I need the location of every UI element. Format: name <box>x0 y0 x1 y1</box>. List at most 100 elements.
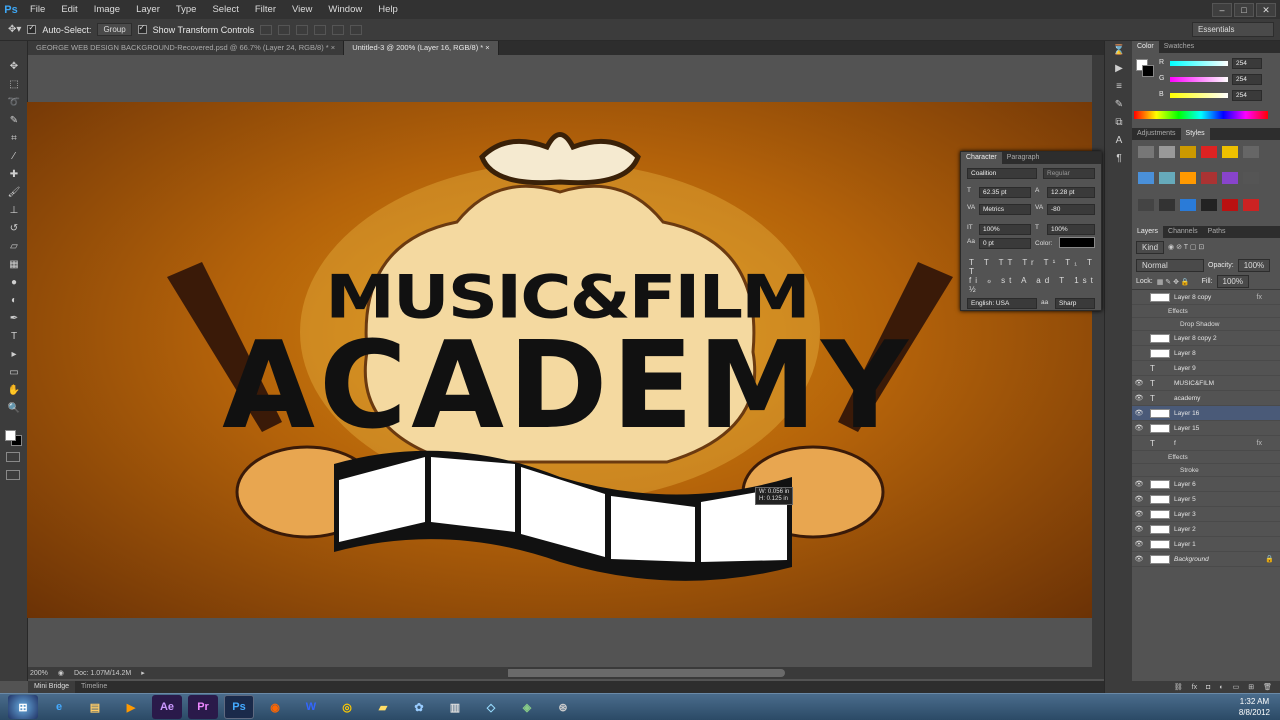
history-panel-icon[interactable]: ⌛ <box>1109 42 1129 59</box>
status-icon[interactable]: ◉ <box>58 669 64 677</box>
status-menu-icon[interactable]: ▸ <box>141 669 145 677</box>
visibility-eye-icon[interactable]: 👁 <box>1132 510 1146 518</box>
explorer-icon[interactable]: ▤ <box>80 695 110 719</box>
layer-row[interactable]: 👁 Background 🔒 <box>1132 552 1280 567</box>
type-tool-icon[interactable]: T <box>4 328 24 345</box>
after-effects-icon[interactable]: Ae <box>152 695 182 719</box>
align-icon[interactable] <box>296 24 309 35</box>
close-icon[interactable]: ✕ <box>1256 2 1276 17</box>
style-swatch[interactable] <box>1180 146 1196 158</box>
font-size-field[interactable]: 62.35 pt <box>979 187 1031 198</box>
leading-field[interactable]: 12.28 pt <box>1047 187 1095 198</box>
kind-filter-dropdown[interactable]: Kind <box>1136 240 1165 254</box>
layer-effect-item[interactable]: Effects <box>1132 305 1280 318</box>
layer-effect-item[interactable]: Drop Shadow <box>1132 318 1280 331</box>
layer-row[interactable]: 👁 Layer 2 <box>1132 522 1280 537</box>
add-mask-icon[interactable]: ◘ <box>1206 684 1210 691</box>
close-tab-icon[interactable]: × <box>485 43 489 52</box>
font-family-dropdown[interactable]: Coalition <box>967 168 1037 179</box>
fill-field[interactable]: 100% <box>1216 275 1249 288</box>
tab-george-web-design[interactable]: GEORGE WEB DESIGN BACKGROUND-Recovered.p… <box>28 41 345 55</box>
paragraph-panel-icon[interactable]: ¶ <box>1109 150 1129 167</box>
tab-timeline[interactable]: Timeline <box>75 681 113 693</box>
eraser-tool-icon[interactable]: ▱ <box>4 238 24 255</box>
distribute-icon[interactable] <box>332 24 345 35</box>
menu-filter[interactable]: Filter <box>247 0 284 19</box>
align-icon[interactable] <box>260 24 273 35</box>
brush-panel-icon[interactable]: ✎ <box>1109 96 1129 113</box>
style-swatch[interactable] <box>1180 198 1196 211</box>
vertical-scrollbar[interactable] <box>1092 55 1104 667</box>
opentype-buttons[interactable]: fi ℴ st A ad T 1st ½ <box>969 276 1101 294</box>
firefox-icon[interactable]: ◉ <box>260 695 290 719</box>
marquee-tool-icon[interactable]: ⬚ <box>4 76 24 93</box>
character-panel-icon[interactable]: A <box>1109 132 1129 149</box>
g-slider[interactable] <box>1170 77 1228 82</box>
hand-tool-icon[interactable]: ✋ <box>4 382 24 399</box>
steam-icon[interactable]: ◈ <box>512 695 542 719</box>
shape-tool-icon[interactable]: ▭ <box>4 364 24 381</box>
b-value[interactable]: 254 <box>1232 90 1262 101</box>
style-swatch[interactable] <box>1201 146 1217 158</box>
actions-panel-icon[interactable]: ▶ <box>1109 60 1129 77</box>
menu-layer[interactable]: Layer <box>128 0 168 19</box>
lasso-tool-icon[interactable]: ➰ <box>4 94 24 111</box>
style-swatch[interactable] <box>1201 172 1217 185</box>
visibility-eye-icon[interactable]: 👁 <box>1132 480 1146 488</box>
distribute-icon[interactable] <box>314 24 327 35</box>
quick-select-tool-icon[interactable]: ✎ <box>4 112 24 129</box>
move-tool-icon[interactable]: ✥▾ <box>8 24 21 35</box>
layer-row[interactable]: T Layer 9 <box>1132 361 1280 376</box>
horizontal-scroll-thumb[interactable] <box>505 669 785 677</box>
menu-help[interactable]: Help <box>370 0 406 19</box>
font-style-dropdown[interactable]: Regular <box>1043 168 1095 179</box>
media-player-icon[interactable]: ▶ <box>116 695 146 719</box>
tab-layers[interactable]: Layers <box>1132 226 1164 238</box>
path-select-icon[interactable]: ▸ <box>4 346 24 363</box>
layer-row[interactable]: Layer 8 copy 2 <box>1132 331 1280 346</box>
style-swatch[interactable] <box>1159 198 1175 211</box>
tool-icon[interactable]: ◇ <box>476 695 506 719</box>
ie-icon[interactable]: e <box>44 695 74 719</box>
visibility-eye-icon[interactable]: 👁 <box>1132 379 1146 387</box>
new-group-icon[interactable]: ▭ <box>1233 683 1240 691</box>
word-icon[interactable]: W <box>296 695 326 719</box>
distribute-icon[interactable] <box>350 24 363 35</box>
tab-mini-bridge[interactable]: Mini Bridge <box>28 681 76 693</box>
eyedropper-tool-icon[interactable]: ⁄ <box>4 148 24 165</box>
artwork[interactable]: MUSIC&FILM ACADEMY W: 0.056 in H: 0.125 … <box>27 102 1093 618</box>
show-transform-checkbox[interactable] <box>137 23 147 34</box>
menu-type[interactable]: Type <box>168 0 205 19</box>
style-swatch[interactable] <box>1243 146 1259 158</box>
filter-icons[interactable]: ◉ ⊘ T ▢ ⊡ <box>1168 243 1204 251</box>
vertical-scale-field[interactable]: 100% <box>979 224 1031 235</box>
premiere-icon[interactable]: Pr <box>188 695 218 719</box>
pen-tool-icon[interactable]: ✒ <box>4 310 24 327</box>
tab-paragraph[interactable]: Paragraph <box>1002 152 1045 164</box>
style-swatch[interactable] <box>1138 146 1154 158</box>
chrome-icon[interactable]: ◎ <box>332 695 362 719</box>
menu-file[interactable]: File <box>22 0 53 19</box>
menu-image[interactable]: Image <box>86 0 128 19</box>
style-swatch[interactable] <box>1243 172 1259 185</box>
language-dropdown[interactable]: English: USA <box>967 298 1037 309</box>
type-style-buttons[interactable]: T T TT Tr T¹ T₁ T T <box>969 258 1101 276</box>
tab-channels[interactable]: Channels <box>1163 226 1203 238</box>
tracking-field[interactable]: -80 <box>1047 204 1095 215</box>
style-swatch[interactable] <box>1222 172 1238 185</box>
close-tab-icon[interactable]: × <box>331 43 335 52</box>
layer-row[interactable]: 👁 Layer 1 <box>1132 537 1280 552</box>
layer-row[interactable]: 👁 Layer 15 <box>1132 421 1280 436</box>
g-value[interactable]: 254 <box>1232 74 1262 85</box>
paint-icon[interactable]: ✿ <box>404 695 434 719</box>
text-color-swatch[interactable] <box>1059 237 1095 248</box>
layer-row[interactable]: 👁 T MUSIC&FILM <box>1132 376 1280 391</box>
auto-select-checkbox[interactable] <box>27 23 37 34</box>
visibility-eye-icon[interactable]: 👁 <box>1132 495 1146 503</box>
adjustment-layer-icon[interactable]: ◐ <box>1219 684 1223 691</box>
layer-row[interactable]: Tf fx <box>1132 436 1280 451</box>
kindle-icon[interactable]: ▥ <box>440 695 470 719</box>
tab-styles[interactable]: Styles <box>1180 128 1210 140</box>
visibility-eye-icon[interactable]: 👁 <box>1132 394 1146 402</box>
tab-color[interactable]: Color <box>1132 41 1159 53</box>
